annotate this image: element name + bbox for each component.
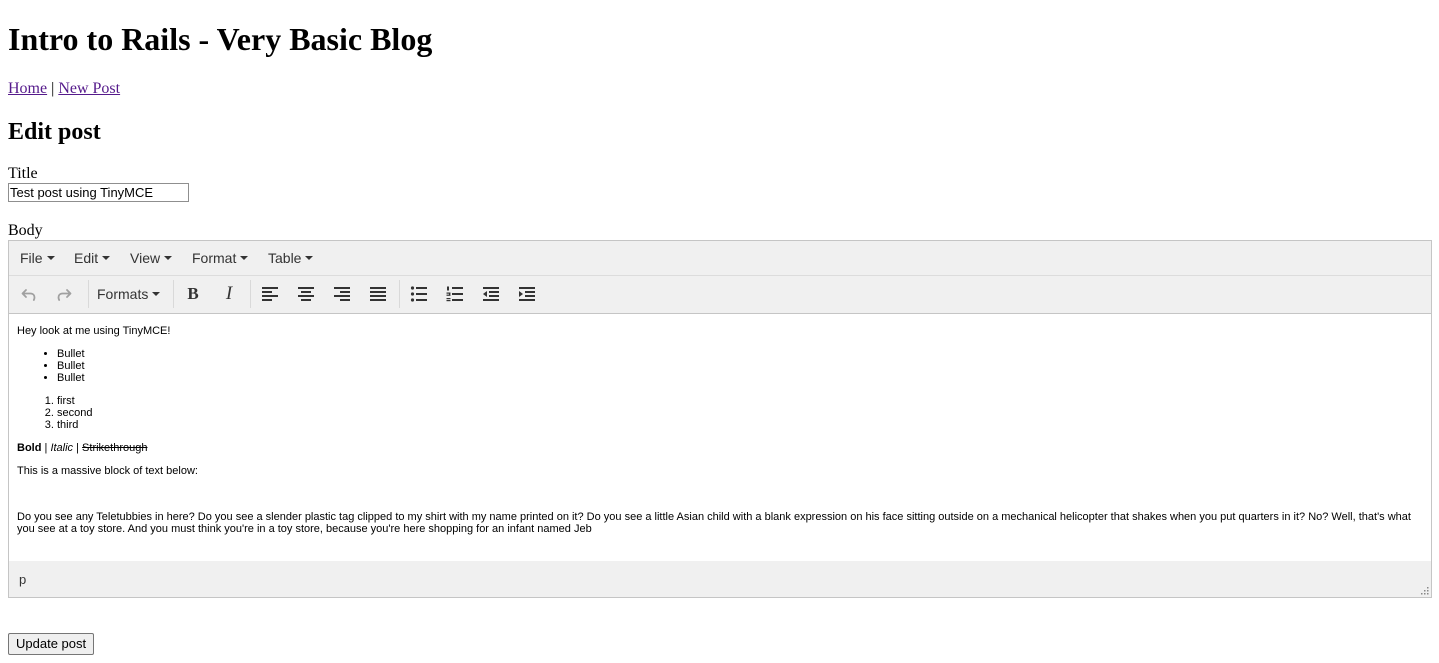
chevron-down-icon bbox=[305, 256, 314, 261]
undo-button[interactable] bbox=[16, 282, 42, 306]
editor-content-area[interactable]: Hey look at me using TinyMCE! Bullet Bul… bbox=[9, 313, 1431, 562]
massive-block-label: This is a massive block of text below: bbox=[17, 465, 198, 477]
toolbar-separator bbox=[250, 280, 251, 308]
align-right-button[interactable] bbox=[329, 282, 355, 306]
intro-paragraph: Hey look at me using TinyMCE! bbox=[17, 325, 171, 337]
menu-table-label: Table bbox=[268, 250, 302, 266]
element-path[interactable]: p bbox=[19, 572, 26, 587]
bullet-list-button[interactable] bbox=[406, 282, 432, 306]
bold-text: Bold bbox=[17, 442, 42, 454]
list-item: first bbox=[57, 395, 92, 407]
chevron-down-icon bbox=[102, 256, 111, 261]
resize-handle-icon[interactable] bbox=[1421, 587, 1429, 595]
undo-icon bbox=[21, 289, 36, 301]
bullet-list: Bullet Bullet Bullet bbox=[17, 348, 85, 384]
menu-edit[interactable]: Edit bbox=[74, 250, 111, 266]
separator-text: | bbox=[44, 442, 48, 454]
chevron-down-icon bbox=[164, 256, 173, 261]
align-center-icon bbox=[298, 287, 314, 301]
align-left-button[interactable] bbox=[257, 282, 283, 306]
formats-dropdown[interactable]: Formats bbox=[97, 282, 161, 306]
align-center-button[interactable] bbox=[293, 282, 319, 306]
editor-statusbar: p bbox=[9, 561, 1431, 597]
redo-button[interactable] bbox=[51, 282, 77, 306]
update-post-button[interactable]: Update post bbox=[8, 633, 95, 655]
title-label: Title bbox=[8, 165, 38, 182]
bullet-list-icon bbox=[410, 286, 427, 302]
list-item: Bullet bbox=[57, 360, 85, 372]
numbered-list-button[interactable] bbox=[442, 282, 468, 306]
home-link[interactable]: Home bbox=[8, 80, 47, 97]
toolbar-separator bbox=[88, 280, 89, 308]
form-heading: Edit post bbox=[8, 119, 101, 145]
list-item: third bbox=[57, 419, 92, 431]
menu-format[interactable]: Format bbox=[192, 250, 249, 266]
menu-file[interactable]: File bbox=[20, 250, 55, 266]
list-item: Bullet bbox=[57, 372, 85, 384]
bold-button[interactable]: B bbox=[180, 282, 206, 306]
formats-label: Formats bbox=[97, 286, 149, 302]
page-title: Intro to Rails - Very Basic Blog bbox=[8, 21, 433, 57]
align-justify-button[interactable] bbox=[365, 282, 391, 306]
align-justify-icon bbox=[370, 287, 386, 301]
editor-menubar: File Edit View Format Table bbox=[9, 241, 1431, 276]
italic-text: Italic bbox=[50, 442, 74, 454]
menu-format-label: Format bbox=[192, 250, 237, 266]
separator-text: | bbox=[76, 442, 79, 454]
list-item: second bbox=[57, 407, 92, 419]
new-post-link[interactable]: New Post bbox=[58, 80, 120, 97]
numbered-list: first second third bbox=[17, 395, 92, 431]
title-input[interactable] bbox=[8, 183, 189, 202]
menu-view[interactable]: View bbox=[130, 250, 173, 266]
redo-icon bbox=[57, 289, 72, 301]
list-item: Bullet bbox=[57, 348, 85, 360]
strikethrough-text: Strikethrough bbox=[82, 442, 148, 454]
outdent-button[interactable] bbox=[478, 282, 504, 306]
align-left-icon bbox=[262, 287, 278, 301]
editor-toolbar: Formats B I bbox=[9, 276, 1431, 312]
indent-icon bbox=[519, 287, 535, 301]
toolbar-separator bbox=[173, 280, 174, 308]
menu-file-label: File bbox=[20, 250, 43, 266]
indent-button[interactable] bbox=[514, 282, 540, 306]
chevron-down-icon bbox=[46, 256, 55, 261]
formatting-line: Bold | Italic | Strikethrough bbox=[17, 442, 1423, 454]
toolbar-separator bbox=[399, 280, 400, 308]
menu-edit-label: Edit bbox=[74, 250, 99, 266]
body-label: Body bbox=[8, 222, 43, 239]
italic-button[interactable]: I bbox=[216, 282, 242, 306]
numbered-list-icon bbox=[446, 286, 463, 302]
menu-view-label: View bbox=[130, 250, 161, 266]
rich-text-editor: File Edit View Format Table Formats B I bbox=[8, 240, 1432, 598]
nav-links: Home | New Post bbox=[8, 79, 120, 99]
nav-separator: | bbox=[51, 80, 55, 97]
chevron-down-icon bbox=[152, 292, 161, 297]
outdent-icon bbox=[483, 287, 499, 301]
align-right-icon bbox=[334, 287, 350, 301]
massive-text-block: Do you see any Teletubbies in here? Do y… bbox=[17, 511, 1411, 535]
chevron-down-icon bbox=[240, 256, 249, 261]
menu-table[interactable]: Table bbox=[268, 250, 314, 266]
